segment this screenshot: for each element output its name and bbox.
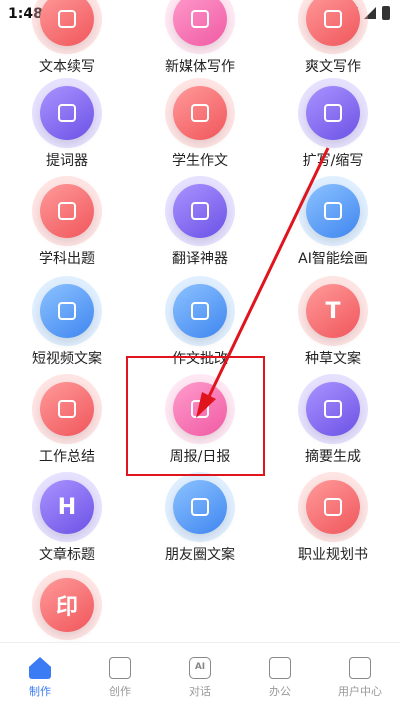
tool-icon-wrap: [165, 374, 235, 444]
tab-label: 对话: [189, 685, 211, 698]
tab-1[interactable]: 创作: [80, 643, 160, 711]
pen-nib-icon: [306, 86, 360, 140]
notebook-icon: [173, 284, 227, 338]
tab-2[interactable]: AI 对话: [160, 643, 240, 711]
tool-icon-wrap: H: [32, 472, 102, 542]
tool-label: 提词器: [46, 153, 88, 169]
bottom-tab-bar: 制作 创作 AI 对话 办公 用户中心: [0, 642, 400, 711]
tab-label: 用户中心: [338, 685, 382, 698]
tool-label: 翻译神器: [172, 251, 228, 267]
tool-label: 摘要生成: [305, 449, 361, 465]
tool-icon-wrap: [298, 78, 368, 148]
tool-label: 扩写/缩写: [302, 153, 364, 169]
tool-tile[interactable]: 新媒体写作: [133, 0, 267, 76]
tool-tile[interactable]: AI智能绘画: [266, 176, 400, 268]
tool-label: 爽文写作: [305, 59, 361, 75]
teleprompter-icon: [40, 86, 94, 140]
tool-label: 朋友圈文案: [165, 547, 235, 563]
tab-label: 制作: [29, 685, 51, 698]
seal-icon: 印: [40, 578, 94, 632]
tool-tile[interactable]: 作文批改: [133, 276, 267, 368]
tool-tile[interactable]: 工作总结: [0, 374, 134, 466]
tab-4[interactable]: 用户中心: [320, 643, 400, 711]
tool-icon-wrap: [298, 0, 368, 54]
tool-tile[interactable]: 文本续写: [0, 0, 134, 76]
tool-label: 作文批改: [172, 351, 228, 367]
tool-icon-wrap: [298, 472, 368, 542]
palette-icon: [306, 184, 360, 238]
tool-label: 短视频文案: [32, 351, 102, 367]
tool-icon-wrap: [165, 78, 235, 148]
tool-tile[interactable]: 周报/日报: [133, 374, 267, 466]
tool-icon-wrap: [32, 176, 102, 246]
tool-tile[interactable]: 翻译神器: [133, 176, 267, 268]
send-icon: [306, 382, 360, 436]
user-icon: [349, 657, 371, 679]
grid-icon: [109, 657, 131, 679]
folder-icon: [269, 657, 291, 679]
tool-label: 周报/日报: [169, 449, 231, 465]
tool-icon-wrap: [165, 472, 235, 542]
tool-label: 文章标题: [39, 547, 95, 563]
heart-icon: [40, 382, 94, 436]
camera-aperture-icon: [173, 480, 227, 534]
play-icon: [40, 284, 94, 338]
tool-icon-wrap: 印: [32, 570, 102, 640]
tool-tile[interactable]: 朋友圈文案: [133, 472, 267, 564]
tab-0[interactable]: 制作: [0, 643, 80, 711]
tool-icon-wrap: [32, 374, 102, 444]
tool-tile[interactable]: 短视频文案: [0, 276, 134, 368]
tool-icon-wrap: [298, 374, 368, 444]
tab-label: 办公: [269, 685, 291, 698]
ai-chat-icon: AI: [189, 657, 211, 679]
tool-tile[interactable]: 爽文写作: [266, 0, 400, 76]
document-icon: [173, 86, 227, 140]
tool-tile[interactable]: 学生作文: [133, 78, 267, 170]
tool-tile[interactable]: 扩写/缩写: [266, 78, 400, 170]
tool-tile[interactable]: 摘要生成: [266, 374, 400, 466]
tool-icon-wrap: [165, 0, 235, 54]
briefcase-icon: [40, 184, 94, 238]
tool-label: 文本续写: [39, 59, 95, 75]
tool-icon-wrap: [32, 276, 102, 346]
calendar-icon: [173, 382, 227, 436]
tool-label: AI智能绘画: [298, 251, 368, 267]
tool-tile[interactable]: 学科出题: [0, 176, 134, 268]
tool-label: 学生作文: [172, 153, 228, 169]
letter-t-icon: T: [306, 284, 360, 338]
tab-label: 创作: [109, 685, 131, 698]
tool-label: 工作总结: [39, 449, 95, 465]
tool-label: 种草文案: [305, 351, 361, 367]
tool-icon-wrap: T: [298, 276, 368, 346]
tool-icon-wrap: [165, 276, 235, 346]
tool-tile[interactable]: H 文章标题: [0, 472, 134, 564]
tab-3[interactable]: 办公: [240, 643, 320, 711]
tool-tile[interactable]: 职业规划书: [266, 472, 400, 564]
tool-label: 职业规划书: [298, 547, 368, 563]
home-icon: [29, 657, 51, 679]
tool-icon-wrap: [32, 78, 102, 148]
tool-label: 学科出题: [39, 251, 95, 267]
tool-label: 新媒体写作: [165, 59, 235, 75]
tool-tile[interactable]: 提词器: [0, 78, 134, 170]
tool-icon-wrap: [32, 0, 102, 54]
books-icon: [173, 184, 227, 238]
tool-icon-wrap: [165, 176, 235, 246]
tie-icon: [306, 480, 360, 534]
letter-h-icon: H: [40, 480, 94, 534]
tool-tile[interactable]: T 种草文案: [266, 276, 400, 368]
tool-icon-wrap: [298, 176, 368, 246]
